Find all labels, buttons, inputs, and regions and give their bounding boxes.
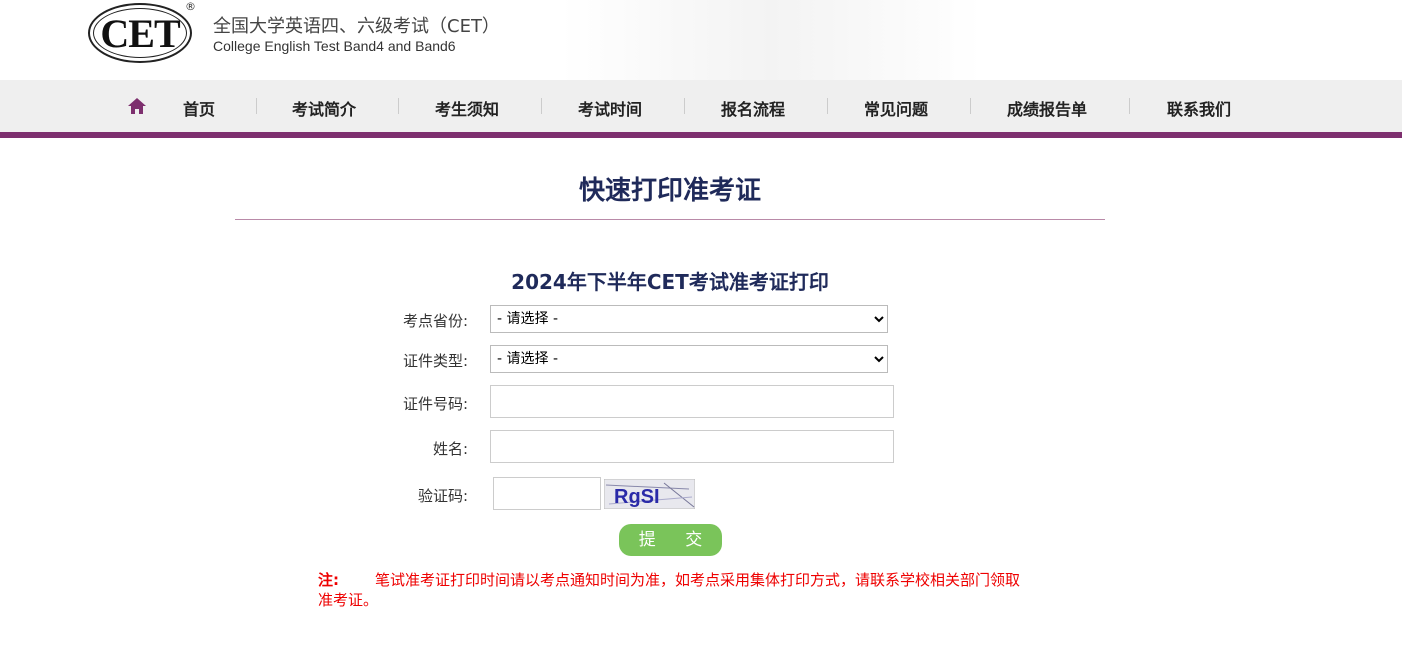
nav-notice[interactable]: 考生须知 <box>435 96 499 120</box>
nav-faq[interactable]: 常见问题 <box>864 96 928 120</box>
notice: 注: 笔试准考证打印时间请以考点通知时间为准，如考点采用集体打印方式，请联系学校相… <box>318 570 1028 610</box>
svg-text:RgSI: RgSI <box>614 486 660 508</box>
divider <box>1129 98 1130 114</box>
title-divider <box>235 219 1105 220</box>
province-label: 考点省份: <box>402 312 468 330</box>
submit-button[interactable]: 提 交 <box>619 524 722 556</box>
captcha-image[interactable]: RgSI <box>604 479 695 509</box>
nav-schedule[interactable]: 考试时间 <box>578 96 642 120</box>
divider <box>827 98 828 114</box>
divider <box>541 98 542 114</box>
nav-score-report[interactable]: 成绩报告单 <box>1007 96 1087 120</box>
registered-icon: ® <box>185 0 196 13</box>
captcha-label: 验证码: <box>417 487 468 505</box>
idnum-input[interactable] <box>490 385 894 418</box>
nav-contact[interactable]: 联系我们 <box>1167 96 1231 120</box>
site-title-en: College English Test Band4 and Band6 <box>213 38 456 54</box>
header: CET ® 全国大学英语四、六级考试（CET） College English … <box>0 0 1402 80</box>
province-select[interactable]: - 请选择 - <box>490 305 888 333</box>
form-title: 2024年下半年CET考试准考证打印 <box>511 270 829 294</box>
notice-label: 注: <box>318 571 339 589</box>
main-nav: 首页 考试简介 考生须知 考试时间 报名流程 常见问题 成绩报告单 联系我们 <box>0 80 1402 138</box>
divider <box>970 98 971 114</box>
page-title: 快速打印准考证 <box>578 176 761 206</box>
divider <box>256 98 257 114</box>
captcha-input[interactable] <box>493 477 601 510</box>
idnum-label: 证件号码: <box>402 395 468 413</box>
cet-logo: CET <box>88 3 192 63</box>
idtype-select[interactable]: - 请选择 - <box>490 345 888 373</box>
name-label: 姓名: <box>432 440 468 458</box>
notice-text: 笔试准考证打印时间请以考点通知时间为准，如考点采用集体打印方式，请联系学校相关部… <box>318 571 1021 609</box>
divider <box>684 98 685 114</box>
home-icon[interactable] <box>127 97 147 115</box>
nav-intro[interactable]: 考试简介 <box>292 96 356 120</box>
nav-registration[interactable]: 报名流程 <box>721 96 785 120</box>
nav-home[interactable]: 首页 <box>183 96 215 120</box>
idtype-label: 证件类型: <box>402 352 468 370</box>
divider <box>398 98 399 114</box>
site-title-cn: 全国大学英语四、六级考试（CET） <box>213 16 500 37</box>
name-input[interactable] <box>490 430 894 463</box>
